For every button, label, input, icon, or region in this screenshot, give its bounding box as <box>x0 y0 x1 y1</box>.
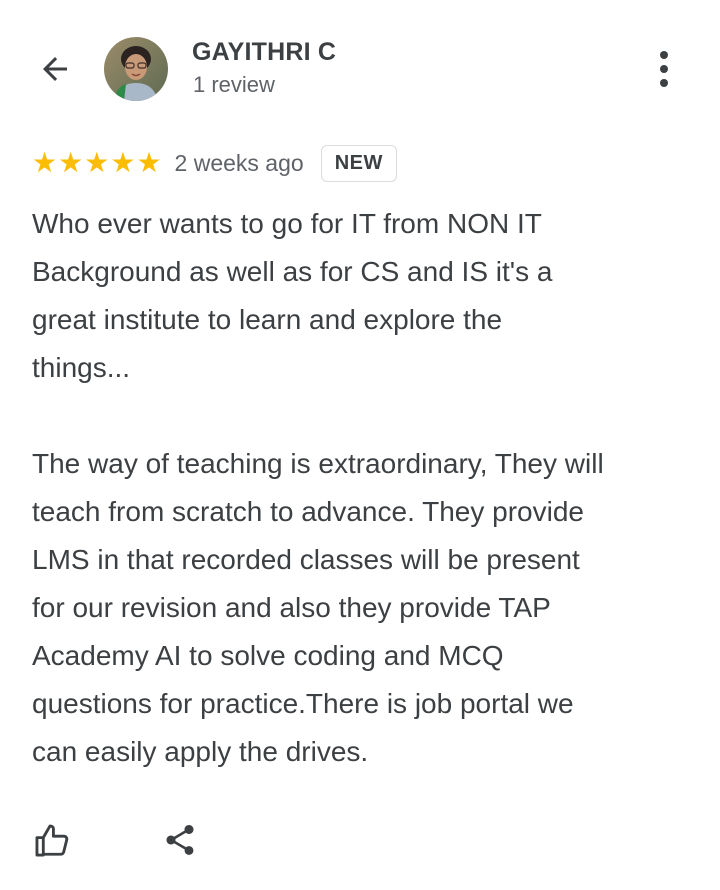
thumbs-up-icon <box>35 824 69 857</box>
star-icon: ★ <box>136 147 162 178</box>
reviewer-review-count[interactable]: 1 review <box>193 72 275 98</box>
like-button[interactable] <box>30 818 74 862</box>
more-options-button[interactable] <box>644 44 684 94</box>
review-meta: ★ ★ ★ ★ ★ 2 weeks ago NEW <box>32 142 397 184</box>
avatar-image <box>104 37 168 101</box>
review-header: GAYITHRI C 1 review <box>0 0 720 130</box>
more-vert-icon <box>660 51 668 59</box>
share-icon <box>166 825 194 855</box>
reviewer-name[interactable]: GAYITHRI C <box>192 38 336 67</box>
review-paragraph: Who ever wants to go for IT from NON IT … <box>32 208 553 383</box>
review-date: 2 weeks ago <box>174 149 304 176</box>
star-icon: ★ <box>110 147 136 178</box>
arrow-back-icon <box>43 57 67 81</box>
review-actions <box>0 810 720 870</box>
star-icon: ★ <box>58 147 84 178</box>
share-button[interactable] <box>158 818 202 862</box>
star-rating: ★ ★ ★ ★ ★ <box>32 149 162 177</box>
review-paragraph: The way of teaching is extraordinary, Th… <box>32 448 604 767</box>
review-text: Who ever wants to go for IT from NON IT … <box>32 200 692 776</box>
new-badge: NEW <box>320 144 397 182</box>
star-icon: ★ <box>32 147 58 178</box>
more-vert-icon-dot <box>660 79 668 87</box>
back-button[interactable] <box>30 44 80 94</box>
avatar[interactable] <box>104 37 168 101</box>
more-vert-icon-dot <box>660 65 668 73</box>
star-icon: ★ <box>84 147 110 178</box>
